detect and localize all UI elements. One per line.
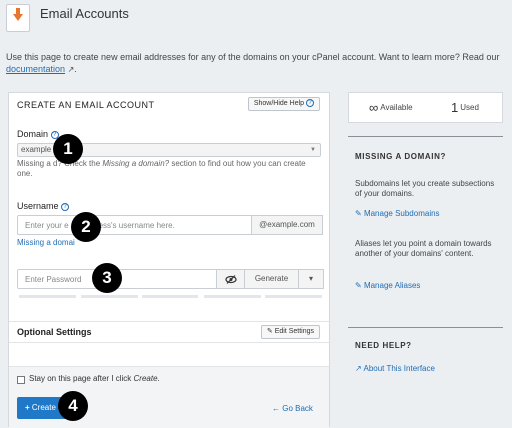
used-stat: 1 Used <box>451 100 479 115</box>
envelope-download-icon <box>6 4 30 32</box>
username-label-text: Username <box>17 201 59 211</box>
sidebar-divider <box>348 136 503 137</box>
stay-text: Stay on this page after I click <box>29 374 134 383</box>
optional-settings-title: Optional Settings <box>17 327 92 337</box>
wrench-icon: ✎ <box>355 209 362 218</box>
username-help-icon[interactable]: ? <box>61 203 70 211</box>
available-label: Available <box>380 103 413 112</box>
optional-settings-bar: Optional Settings ✎ Edit Settings <box>9 321 329 343</box>
manage-aliases-label: Manage Aliases <box>363 281 421 290</box>
edit-settings-button[interactable]: ✎ Edit Settings <box>260 325 320 339</box>
pencil-icon: ✎ <box>266 328 273 335</box>
need-help-title: NEED HELP? <box>355 341 412 350</box>
stay-on-page-checkbox[interactable] <box>17 376 25 384</box>
domain-label: Domain ? <box>17 129 59 139</box>
external-link-icon: ↗ <box>355 364 362 373</box>
step-marker: 1 <box>53 134 83 164</box>
password-field[interactable]: Enter Password Generate ▾ <box>17 269 324 289</box>
documentation-link[interactable]: documentation <box>6 64 65 74</box>
eye-slash-icon <box>224 275 237 284</box>
sidebar-divider <box>348 327 503 328</box>
page-title: Email Accounts <box>40 6 129 21</box>
chevron-down-icon: ▼ <box>310 147 316 153</box>
step-marker: 3 <box>92 263 122 293</box>
strength-segment <box>204 295 261 298</box>
available-value: ∞ <box>369 100 379 115</box>
domain-select-value: example <box>21 145 52 154</box>
strength-segment <box>142 295 198 298</box>
placeholder-part-a: Enter your e <box>25 221 69 230</box>
aliases-text: Aliases let you point a domain towards a… <box>355 239 492 258</box>
arrow-left-icon: ← <box>272 404 280 413</box>
stay-emphasis: Create <box>133 374 158 383</box>
domain-suffix: @example.com <box>251 215 323 235</box>
create-label: Create <box>31 403 56 412</box>
edit-settings-label: Edit Settings <box>274 328 314 335</box>
stay-end: . <box>157 374 160 383</box>
generate-options-button[interactable]: ▾ <box>298 269 324 289</box>
strength-segment <box>19 295 76 298</box>
go-back-link[interactable]: ← Go Back <box>272 404 313 413</box>
intro-text: Use this page to create new email addres… <box>6 51 506 76</box>
domain-label-text: Domain <box>17 129 49 139</box>
plus-icon: + <box>25 403 30 412</box>
about-interface-link[interactable]: ↗ About This Interface <box>355 364 435 373</box>
form-footer: Stay on this page after I click Create. … <box>9 366 329 428</box>
step-marker: 4 <box>58 391 88 421</box>
strength-segment <box>81 295 138 298</box>
intro-end: . <box>74 64 77 74</box>
hint-part-a: Missing a d <box>17 159 58 168</box>
toggle-visibility-button[interactable] <box>216 269 245 289</box>
account-stats: ∞ Available 1 Used <box>348 92 503 123</box>
subdomains-text: Subdomains let you create subsections of… <box>355 179 495 198</box>
intro-sentence: Use this page to create new email addres… <box>6 52 500 62</box>
used-label: Used <box>460 103 479 112</box>
password-placeholder: Enter Password <box>25 275 82 284</box>
stay-on-page-label: Stay on this page after I click Create. <box>29 374 160 383</box>
hint-emphasis: Missing a domain? <box>102 159 170 168</box>
panel-title: CREATE AN EMAIL ACCOUNT <box>17 100 155 110</box>
placeholder-part-b: ess's username here. <box>98 221 175 230</box>
username-label: Username ? <box>17 201 70 211</box>
wrench-icon: ✎ <box>355 281 362 290</box>
help-icon: ? <box>306 99 314 107</box>
go-back-label: Go Back <box>282 404 313 413</box>
page-header: Email Accounts <box>0 0 512 40</box>
show-hide-help-button[interactable]: Show/Hide Help ? <box>247 97 320 111</box>
available-stat: ∞ Available <box>369 100 413 115</box>
about-interface-label: About This Interface <box>363 364 435 373</box>
used-value: 1 <box>451 100 459 115</box>
strength-segment <box>265 295 322 298</box>
missing-domain-title: MISSING A DOMAIN? <box>355 152 446 161</box>
step-marker: 2 <box>71 212 101 242</box>
manage-subdomains-label: Manage Subdomains <box>363 209 440 218</box>
missing-domain-link[interactable]: Missing a domai <box>17 238 75 247</box>
generate-button[interactable]: Generate <box>244 269 299 289</box>
manage-subdomains-link[interactable]: ✎ Manage Subdomains <box>355 209 440 218</box>
username-field[interactable]: Enter your e ess's username here. @exampl… <box>17 215 323 235</box>
manage-aliases-link[interactable]: ✎ Manage Aliases <box>355 281 420 290</box>
caret-down-icon: ▾ <box>308 274 313 283</box>
help-toggle-label: Show/Hide Help <box>253 100 305 107</box>
